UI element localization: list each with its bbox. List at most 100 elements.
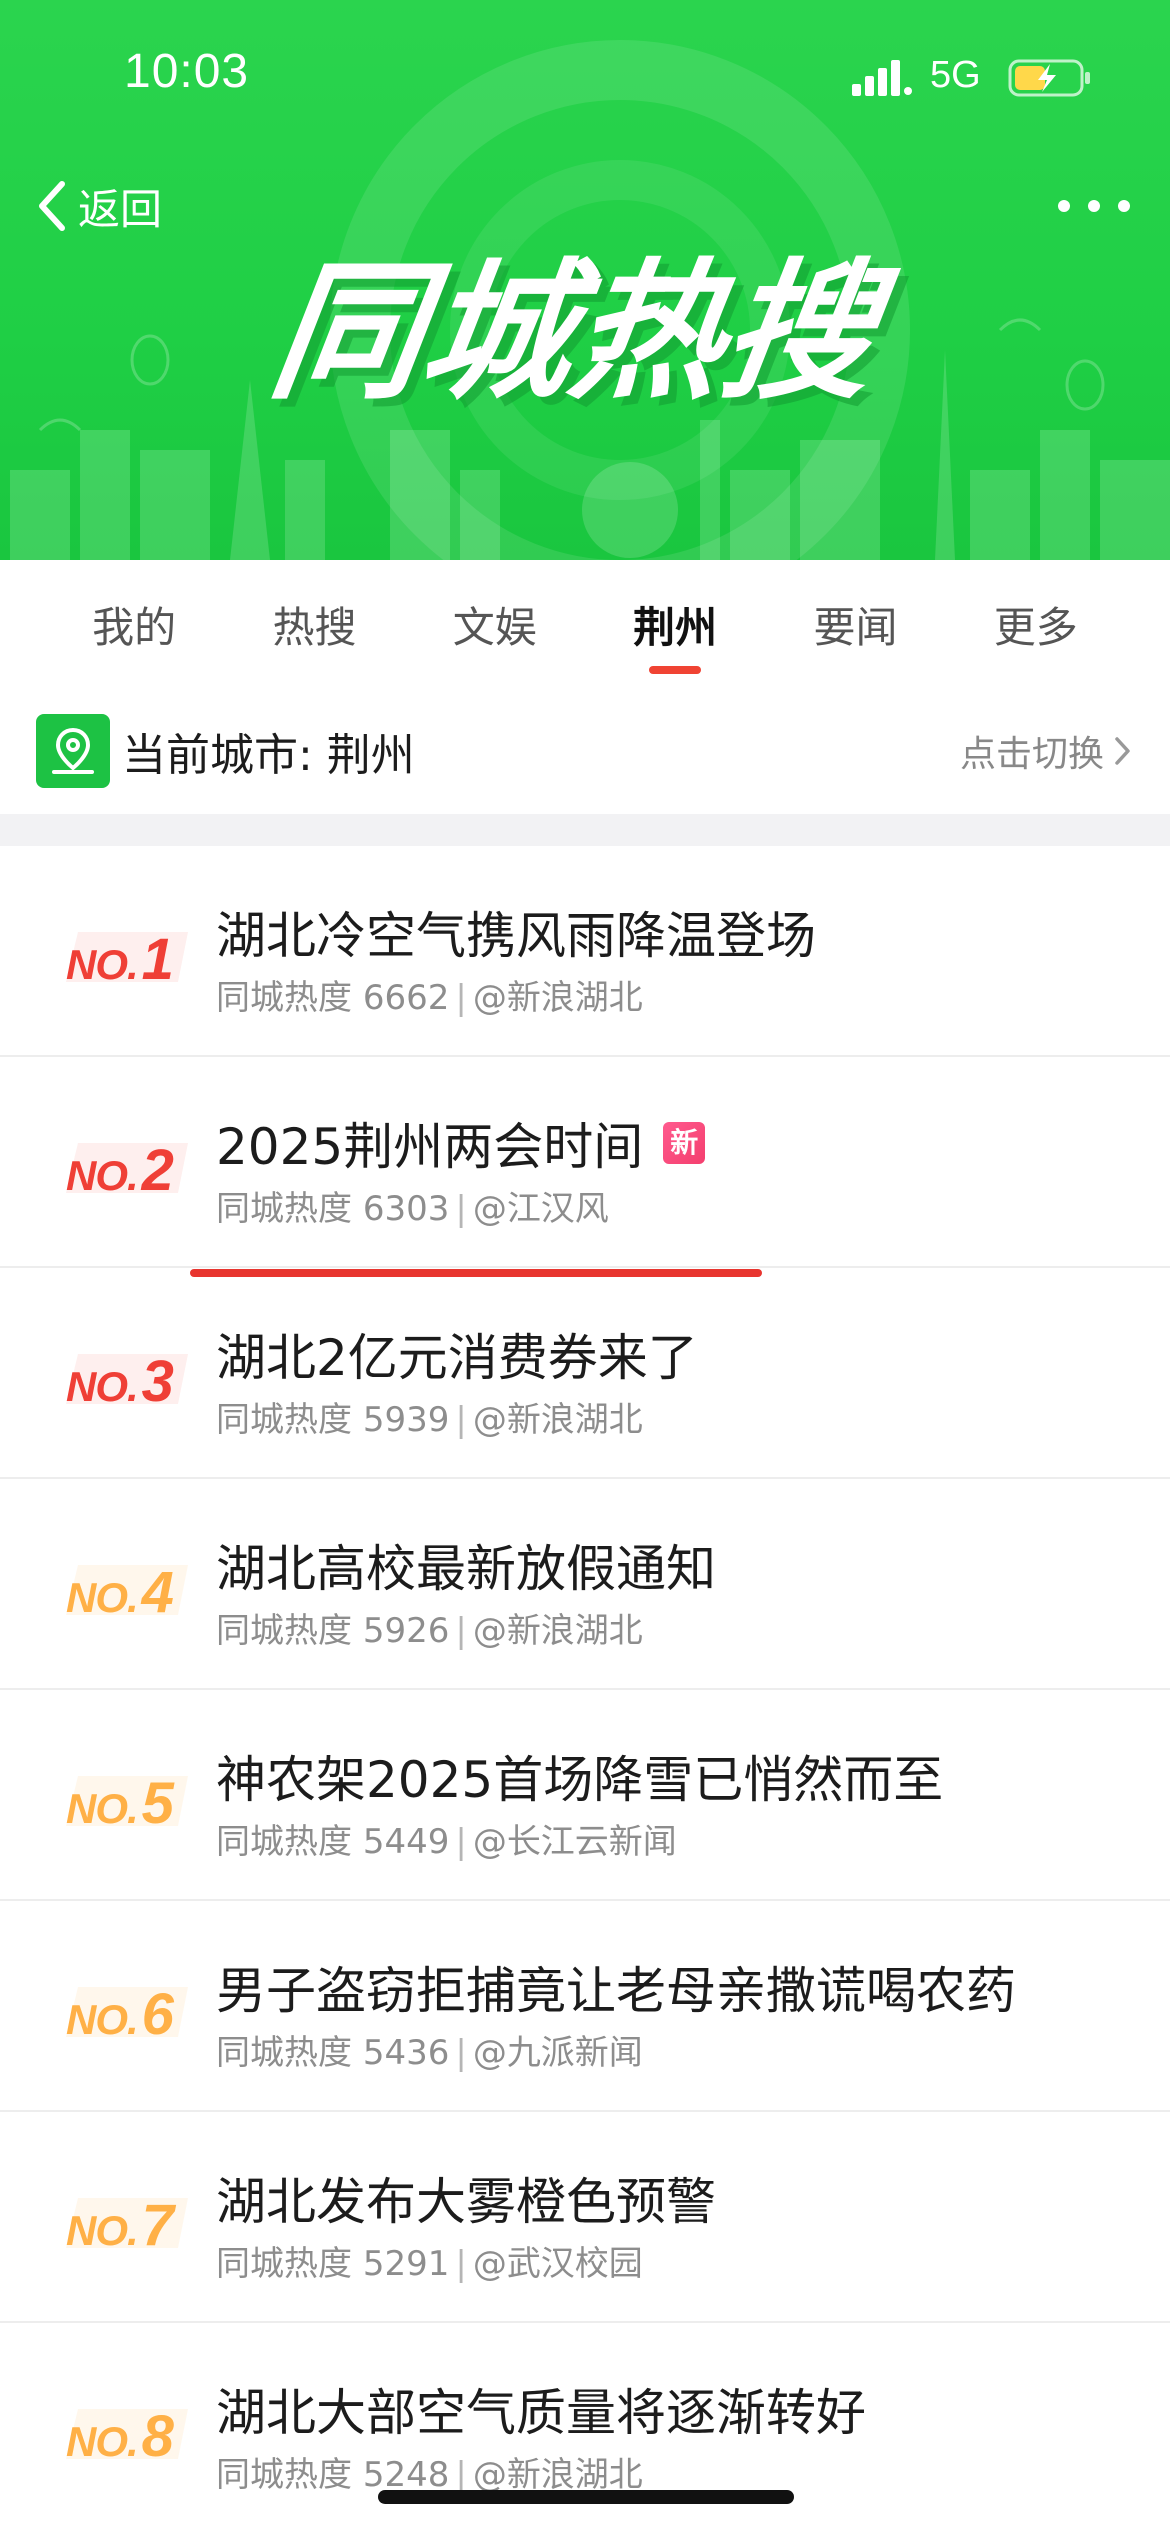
rank-prefix: NO. bbox=[66, 1996, 139, 2043]
item-title-text: 湖北大部空气质量将逐渐转好 bbox=[216, 2384, 866, 2442]
tab-hot-search[interactable]: 热搜 bbox=[239, 560, 389, 688]
signal-bars-icon bbox=[852, 60, 912, 96]
source-account[interactable]: @江汉风 bbox=[473, 1189, 609, 1229]
item-meta: 同城热度 5926 | @新浪湖北 bbox=[216, 1603, 643, 1652]
rank-badge: NO.7 bbox=[60, 2178, 190, 2258]
meta-separator: | bbox=[455, 2244, 467, 2284]
list-item[interactable]: NO.6 男子盗窃拒捕竟让老母亲撒谎喝农药 同城热度 5436 | @九派新闻 bbox=[0, 1901, 1170, 2112]
tab-entertainment[interactable]: 文娱 bbox=[420, 560, 570, 688]
item-title-text: 湖北2亿元消费券来了 bbox=[216, 1329, 698, 1387]
more-dots-icon[interactable] bbox=[1052, 186, 1136, 226]
rank-value: 8 bbox=[141, 2404, 174, 2469]
rank-badge: NO.3 bbox=[60, 1334, 190, 1414]
location-pin-icon bbox=[36, 714, 110, 788]
heat-value: 5248 bbox=[362, 2455, 450, 2495]
meta-separator: | bbox=[455, 1611, 467, 1651]
tab-label: 热搜 bbox=[272, 603, 357, 652]
rank-number: NO.3 bbox=[66, 1348, 174, 1415]
rank-badge: NO.8 bbox=[60, 2389, 190, 2469]
item-title-text: 湖北高校最新放假通知 bbox=[216, 1540, 716, 1598]
back-label: 返回 bbox=[78, 184, 163, 234]
heat-label: 同城热度 bbox=[216, 1822, 352, 1862]
rank-prefix: NO. bbox=[66, 1574, 139, 1621]
rank-number: NO.2 bbox=[66, 1137, 174, 1204]
item-title[interactable]: 湖北大部空气质量将逐渐转好 bbox=[216, 2373, 866, 2445]
item-meta: 同城热度 6662 | @新浪湖北 bbox=[216, 970, 643, 1019]
meta-separator: | bbox=[455, 1189, 467, 1229]
item-title[interactable]: 2025荆州两会时间新 bbox=[216, 1107, 706, 1179]
source-account[interactable]: @新浪湖北 bbox=[473, 978, 643, 1018]
item-meta: 同城热度 5291 | @武汉校园 bbox=[216, 2236, 643, 2285]
rank-prefix: NO. bbox=[66, 1785, 139, 1832]
list-item[interactable]: NO.3 湖北2亿元消费券来了同城热度 5939 | @新浪湖北 bbox=[0, 1268, 1170, 1479]
current-city-label: 当前城市: 荆州 bbox=[122, 730, 415, 781]
item-title-text: 湖北发布大雾橙色预警 bbox=[216, 2173, 716, 2231]
list-item[interactable]: NO.2 2025荆州两会时间新同城热度 6303 | @江汉风 bbox=[0, 1057, 1170, 1268]
home-indicator[interactable] bbox=[378, 2490, 794, 2504]
rank-value: 1 bbox=[141, 927, 174, 992]
rank-number: NO.7 bbox=[66, 2192, 174, 2259]
item-title-text: 2025荆州两会时间 bbox=[216, 1118, 644, 1176]
source-account[interactable]: @九派新闻 bbox=[473, 2033, 643, 2073]
item-title[interactable]: 男子盗窃拒捕竟让老母亲撒谎喝农药 bbox=[216, 1951, 1016, 2023]
heat-value: 5291 bbox=[362, 2244, 450, 2284]
item-title[interactable]: 湖北2亿元消费券来了 bbox=[216, 1318, 698, 1390]
rank-value: 5 bbox=[141, 1771, 174, 1836]
rank-value: 3 bbox=[141, 1349, 174, 1414]
item-title-text: 神农架2025首场降雪已悄然而至 bbox=[216, 1751, 944, 1809]
back-button[interactable]: 返回 bbox=[32, 176, 162, 236]
banner-title-text: 同城热搜 bbox=[261, 250, 905, 420]
source-account[interactable]: @新浪湖北 bbox=[473, 2455, 643, 2495]
rank-value: 7 bbox=[141, 2193, 174, 2258]
rank-number: NO.4 bbox=[66, 1559, 174, 1626]
tab-label: 更多 bbox=[993, 603, 1078, 652]
rank-number: NO.1 bbox=[66, 926, 174, 993]
meta-separator: | bbox=[455, 2033, 467, 2073]
list-item[interactable]: NO.1 湖北冷空气携风雨降温登场同城热度 6662 | @新浪湖北 bbox=[0, 846, 1170, 1057]
list-item[interactable]: NO.5 神农架2025首场降雪已悄然而至 同城热度 5449 | @长江云新闻 bbox=[0, 1690, 1170, 1901]
active-tab-indicator bbox=[649, 666, 702, 674]
tab-jingzhou[interactable]: 荆州 bbox=[600, 560, 750, 688]
item-title[interactable]: 湖北高校最新放假通知 bbox=[216, 1529, 716, 1601]
status-time: 10:03 bbox=[124, 45, 250, 98]
tab-label: 荆州 bbox=[633, 603, 718, 652]
current-city-row: 当前城市: 荆州 点击切换 bbox=[0, 688, 1170, 814]
hot-search-list: NO.1 湖北冷空气携风雨降温登场 同城热度 6662 | @新浪湖北 NO.2 2025荆… bbox=[0, 846, 1170, 2532]
item-meta: 同城热度 5939 | @新浪湖北 bbox=[216, 1392, 643, 1441]
source-account[interactable]: @新浪湖北 bbox=[473, 1400, 643, 1440]
heat-value: 6662 bbox=[362, 978, 450, 1018]
heat-value: 5449 bbox=[362, 1822, 450, 1862]
status-bar: 10:03 5G bbox=[0, 0, 1170, 150]
list-item[interactable]: NO.4 湖北高校最新放假通知同城热度 5926 | @新浪湖北 bbox=[0, 1479, 1170, 1690]
rank-number: NO.8 bbox=[66, 2403, 174, 2470]
item-meta: 同城热度 5248 | @新浪湖北 bbox=[216, 2447, 643, 2496]
meta-separator: | bbox=[455, 978, 467, 1018]
rank-badge: NO.2 bbox=[60, 1123, 190, 1203]
tab-label: 我的 bbox=[92, 603, 177, 652]
switch-city-button[interactable]: 点击切换 bbox=[960, 688, 1134, 814]
rank-badge: NO.1 bbox=[60, 912, 190, 992]
chevron-right-icon bbox=[1115, 737, 1130, 765]
header-banner: 10:03 5G 返回 同城热搜 同城热搜 bbox=[0, 0, 1170, 560]
heat-value: 6303 bbox=[362, 1189, 450, 1229]
item-title[interactable]: 湖北发布大雾橙色预警 bbox=[216, 2162, 716, 2234]
tab-mine[interactable]: 我的 bbox=[59, 560, 209, 688]
section-divider bbox=[0, 814, 1170, 846]
source-account[interactable]: @新浪湖北 bbox=[473, 1611, 643, 1651]
tab-more[interactable]: 更多 bbox=[961, 560, 1111, 688]
new-badge: 新 bbox=[663, 1122, 706, 1164]
rank-value: 6 bbox=[141, 1982, 174, 2047]
tab-news[interactable]: 要闻 bbox=[780, 560, 930, 688]
rank-badge: NO.5 bbox=[60, 1756, 190, 1836]
item-meta: 同城热度 5436 | @九派新闻 bbox=[216, 2025, 643, 2074]
battery-charging-icon bbox=[1008, 59, 1090, 97]
rank-prefix: NO. bbox=[66, 941, 139, 988]
item-title[interactable]: 神农架2025首场降雪已悄然而至 bbox=[216, 1740, 943, 1812]
switch-city-label: 点击切换 bbox=[959, 734, 1104, 775]
source-account[interactable]: @武汉校园 bbox=[473, 2244, 643, 2284]
list-item[interactable]: NO.7 湖北发布大雾橙色预警同城热度 5291 | @武汉校园 bbox=[0, 2112, 1170, 2323]
heat-label: 同城热度 bbox=[216, 2033, 352, 2073]
item-title[interactable]: 湖北冷空气携风雨降温登场 bbox=[216, 896, 816, 968]
source-account[interactable]: @长江云新闻 bbox=[473, 1822, 677, 1862]
item-title-text: 湖北冷空气携风雨降温登场 bbox=[216, 907, 816, 965]
